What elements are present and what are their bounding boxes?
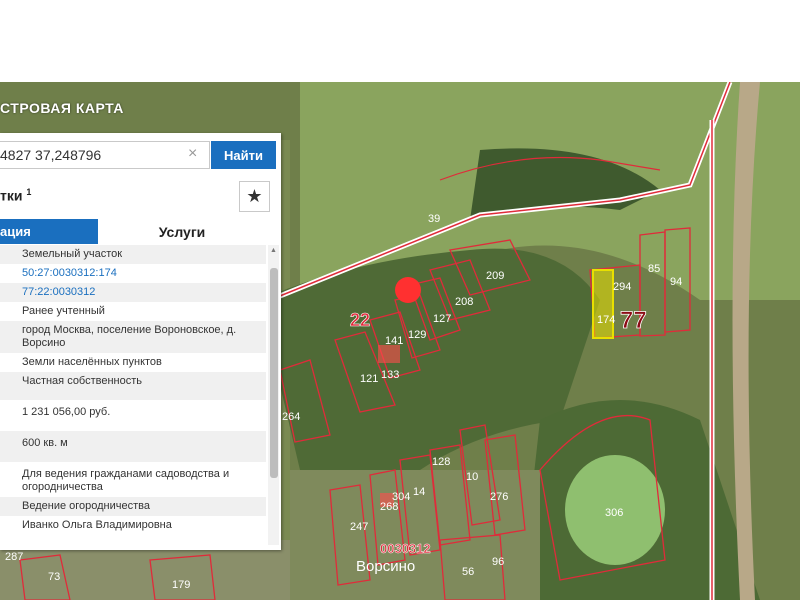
quarter-label: 0030312 [380, 541, 431, 556]
parcel-label: 294 [613, 281, 631, 293]
map-title: СТРОВАЯ КАРТА [0, 100, 124, 116]
parcel-label: 247 [350, 521, 368, 533]
scrollbar-thumb[interactable] [270, 268, 278, 478]
find-button[interactable]: Найти [211, 141, 276, 169]
parcel-label: 73 [48, 571, 60, 583]
parcel-label: 121 [360, 373, 378, 385]
parcel-label: 94 [670, 276, 682, 288]
row-cadastral-quarter[interactable]: 77:22:0030312 [0, 283, 266, 302]
objects-count: 1 [26, 187, 32, 197]
search-input[interactable] [0, 141, 210, 169]
parcel-label: 287 [5, 551, 23, 563]
row-area: 600 кв. м [0, 431, 266, 462]
parcel-label: 304 [392, 491, 410, 503]
parcel-label: 129 [408, 329, 426, 341]
row-status: Ранее учтенный [22, 305, 105, 317]
tab-services[interactable]: Услуги [98, 219, 266, 244]
row-cadastral-number[interactable]: 50:27:0030312:174 [0, 264, 266, 283]
parcel-label: 208 [455, 296, 473, 308]
row-land-category: Земли населённых пунктов [22, 356, 162, 368]
parcel-label: 174 [597, 314, 615, 326]
scroll-up-icon[interactable]: ▲ [268, 245, 279, 257]
parcel-label: 133 [381, 369, 399, 381]
parcel-label: 56 [462, 566, 474, 578]
parcel-label: 127 [433, 313, 451, 325]
row-address: город Москва, поселение Вороновское, д. … [0, 321, 266, 353]
row-cadastral-value: 1 231 056,00 руб. [22, 406, 111, 418]
parcel-label: 264 [282, 411, 300, 423]
parcel-label: 179 [172, 579, 190, 591]
parcel-label: 141 [385, 335, 403, 347]
parcel-label: 39 [428, 213, 440, 225]
row-permitted-use: Для ведения гражданами садоводства и ого… [22, 468, 230, 493]
tab-information[interactable]: ация [0, 219, 98, 244]
village-label: Ворсино [356, 558, 415, 575]
block-label-22: 22 [350, 310, 370, 330]
favorite-star-icon[interactable]: ★ [239, 181, 270, 212]
objects-heading: тки 1 [0, 187, 31, 204]
info-panel: × Найти тки 1 ★ ация Услуги Земельный уч… [0, 133, 281, 550]
parcel-label: 14 [413, 486, 425, 498]
property-list: Земельный участок 50:27:0030312:174 77:2… [0, 245, 266, 535]
parcel-label: 96 [492, 556, 504, 568]
clear-icon[interactable]: × [188, 145, 197, 163]
parcel-label: 276 [490, 491, 508, 503]
parcel-label: 85 [648, 263, 660, 275]
top-blank-area [0, 0, 800, 82]
block-label-77: 77 [620, 307, 647, 334]
objects-heading-text: тки [0, 187, 23, 204]
row-object-type: Земельный участок [0, 245, 266, 264]
row-use-by-document: Ведение огородничества [0, 497, 266, 516]
row-owner: Иванко Ольга Владимировна [22, 519, 172, 531]
parcel-label: 209 [486, 270, 504, 282]
parcel-label: 306 [605, 507, 623, 519]
row-ownership: Частная собственность [0, 372, 266, 400]
parcel-label: 128 [432, 456, 450, 468]
parcel-label: 10 [466, 471, 478, 483]
